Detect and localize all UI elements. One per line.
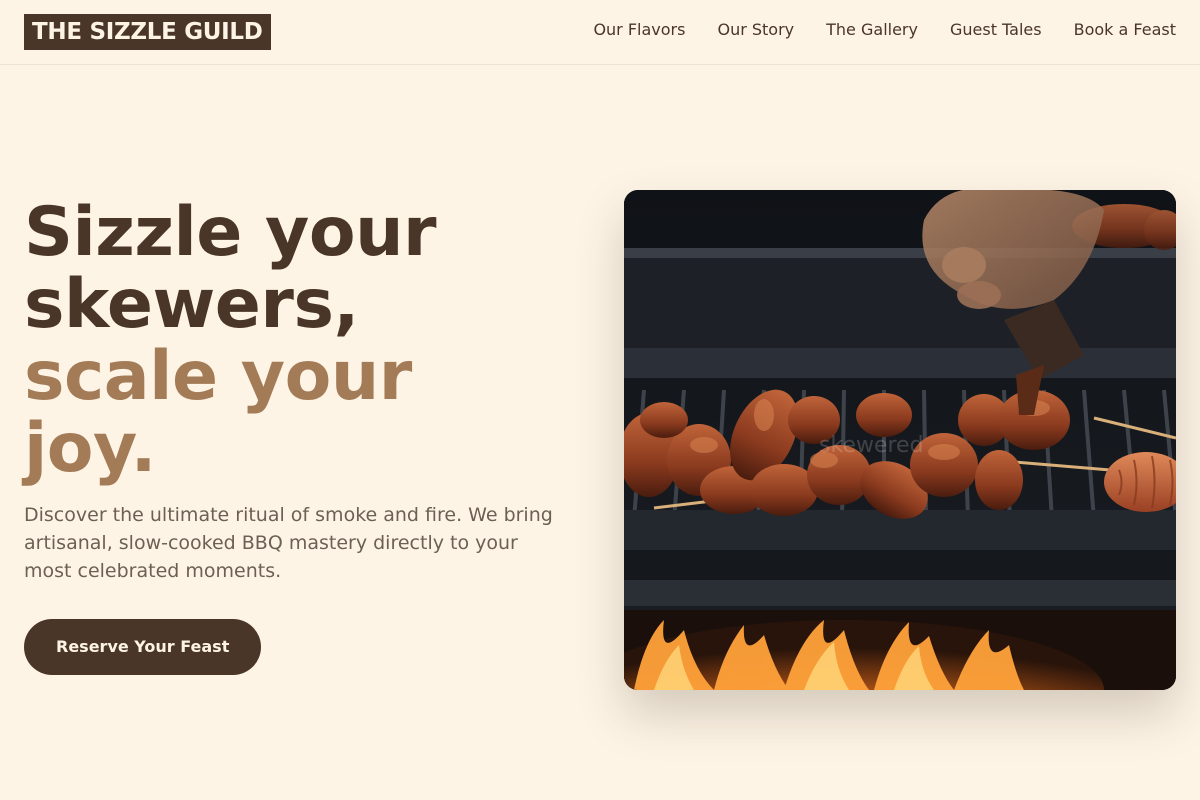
headline-line-3: scale your — [24, 337, 412, 416]
image-watermark: skewered — [819, 433, 924, 458]
nav-link-gallery[interactable]: The Gallery — [826, 20, 918, 39]
nav-link-tales[interactable]: Guest Tales — [950, 20, 1042, 39]
headline-line-2: skewers, — [24, 265, 359, 344]
grill-skewers-illustration: skewered — [624, 190, 1176, 690]
nav-item-flavors: Our Flavors — [593, 18, 685, 42]
nav-item-story: Our Story — [717, 18, 794, 42]
site-header: THE SIZZLE GUILD Our Flavors Our Story T… — [0, 0, 1200, 65]
nav-link-flavors[interactable]: Our Flavors — [593, 20, 685, 39]
nav-item-book: Book a Feast — [1074, 18, 1176, 42]
headline-line-4: joy. — [24, 409, 156, 488]
nav-item-gallery: The Gallery — [826, 18, 918, 42]
nav-link-book[interactable]: Book a Feast — [1074, 20, 1176, 39]
brand-logo[interactable]: THE SIZZLE GUILD — [24, 14, 271, 50]
hero-section: Sizzle your skewers, scale your joy. Dis… — [24, 197, 584, 675]
nav-link-story[interactable]: Our Story — [717, 20, 794, 39]
nav-item-tales: Guest Tales — [950, 18, 1042, 42]
hero-grill-image: skewered — [624, 190, 1176, 690]
main-nav: Our Flavors Our Story The Gallery Guest … — [561, 18, 1176, 42]
reserve-feast-button[interactable]: Reserve Your Feast — [24, 619, 262, 675]
hero-headline: Sizzle your skewers, scale your joy. — [24, 197, 584, 485]
hero-description: Discover the ultimate ritual of smoke an… — [24, 504, 553, 582]
headline-line-1: Sizzle your — [24, 193, 437, 272]
